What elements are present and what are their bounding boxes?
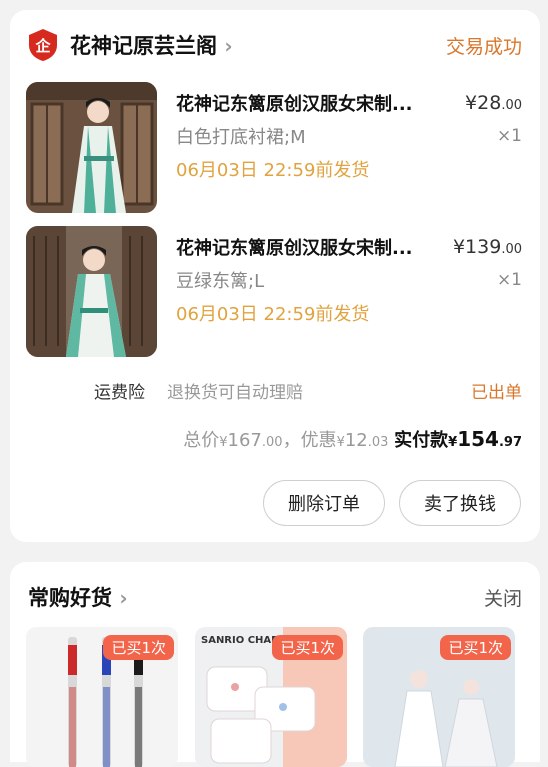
chevron-right-icon: › (224, 34, 233, 58)
bought-count-badge: 已买1次 (103, 635, 174, 660)
product-qty: ×1 (496, 126, 522, 146)
bought-count-badge: 已买1次 (440, 635, 511, 660)
discount-symbol: ¥ (336, 435, 345, 450)
recommended-item[interactable]: SANRIO CHARACT 已买1次 (195, 627, 347, 767)
shipping-insurance-desc: 退换货可自动理赔 (167, 383, 303, 403)
discount-decimal: .03 (367, 435, 389, 450)
price-symbol: ¥ (465, 92, 478, 114)
separator: ， (282, 430, 301, 451)
recommendation-title: 常购好货 (28, 586, 112, 610)
price-decimal: .00 (501, 242, 522, 257)
total-label: 总价 (183, 430, 220, 451)
shipping-insurance-label: 运费险 (94, 383, 145, 403)
price-decimal: .00 (501, 98, 522, 113)
discount-integer: 12 (344, 430, 368, 451)
paid-symbol: ¥ (448, 435, 458, 450)
shop-name-link[interactable]: 花神记原芸兰阁 › (70, 30, 233, 60)
delete-order-button[interactable]: 删除订单 (263, 480, 385, 526)
paid-integer: 154 (457, 427, 499, 451)
ship-deadline: 06月03日 22:59前发货 (176, 304, 370, 325)
shop-name: 花神记原芸兰阁 (70, 34, 217, 58)
order-status: 交易成功 (445, 36, 522, 58)
paid-decimal: .97 (498, 435, 522, 450)
recommended-item[interactable]: 已买1次 (363, 627, 515, 767)
total-decimal: .00 (261, 435, 283, 450)
recommended-item[interactable]: 已买1次 (26, 627, 178, 767)
product-image[interactable] (26, 226, 157, 357)
product-price: ¥139.00 (453, 236, 522, 258)
product-qty: ×1 (496, 270, 522, 290)
price-symbol: ¥ (452, 236, 466, 258)
discount-label: 优惠 (300, 430, 337, 451)
total-integer: 167 (227, 430, 262, 451)
product-spec: 豆绿东篱;L (176, 271, 265, 292)
bought-count-badge: 已买1次 (272, 635, 343, 660)
recommendation-card: 常购好货 › 关闭 已买1次 SANRIO CHARACT 已买1次 已买1次 (10, 562, 540, 767)
paid-label: 实付款 (394, 430, 449, 451)
product-image[interactable] (26, 82, 157, 213)
product-spec: 白色打底衬裙;M (176, 127, 306, 148)
product-price: ¥28.00 (465, 92, 522, 114)
product-title[interactable]: 花神记东篱原创汉服女宋制... (176, 234, 441, 260)
order-card: 企 花神记原芸兰阁 › 交易成功 花神记东篱原创汉服女宋制... ¥28.00 … (10, 10, 540, 542)
recommendation-header[interactable]: 常购好货 › (28, 582, 128, 612)
close-button[interactable]: 关闭 (484, 584, 522, 611)
order-totals: 总价¥167.00，优惠¥12.03 实付款¥154.97 (183, 426, 522, 452)
enterprise-shield-icon: 企 (29, 29, 57, 61)
shipping-insurance-status[interactable]: 已出单 (471, 378, 522, 403)
resell-button[interactable]: 卖了换钱 (399, 480, 521, 526)
price-integer: 28 (477, 92, 502, 114)
chevron-right-icon: › (119, 586, 128, 610)
svg-text:企: 企 (34, 37, 51, 55)
price-integer: 139 (465, 236, 502, 258)
product-title[interactable]: 花神记东篱原创汉服女宋制... (176, 90, 441, 116)
ship-deadline: 06月03日 22:59前发货 (176, 160, 370, 181)
total-symbol: ¥ (219, 435, 228, 450)
